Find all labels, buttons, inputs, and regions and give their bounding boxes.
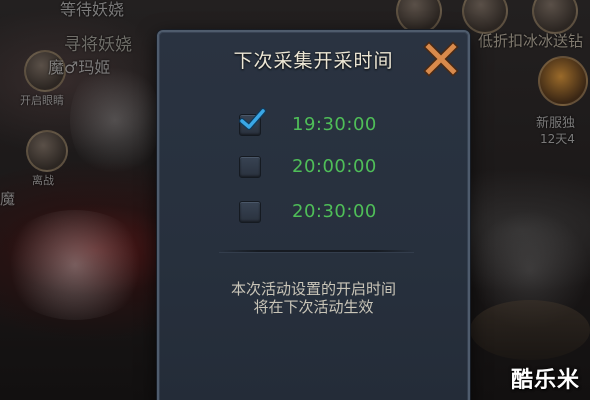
time-option-label: 20:00:00 — [292, 156, 377, 177]
time-option-label: 20:30:00 — [292, 201, 377, 222]
background-glow — [70, 60, 160, 180]
close-button[interactable] — [422, 40, 460, 78]
time-option-2[interactable]: 20:00:00 — [237, 154, 417, 180]
watermark-logo: 酷乐米 — [510, 368, 580, 393]
background-button-label: 开启眼睛 — [20, 94, 64, 107]
notice-text-line-2: 将在下次活动生效 — [253, 298, 374, 316]
time-option-label: 19:30:00 — [292, 114, 377, 135]
treasure-chest-icon[interactable] — [538, 56, 588, 106]
checkbox-unchecked[interactable] — [239, 156, 261, 178]
time-option-3[interactable]: 20:30:00 — [237, 199, 417, 225]
collection-time-dialog: 下次采集开采时间 19:30:00 20:00:00 20:30:00 本次活动… — [157, 30, 470, 400]
game-menu-icon[interactable] — [396, 0, 442, 34]
checkbox-checked[interactable] — [239, 114, 261, 136]
time-option-1[interactable]: 19:30:00 — [237, 108, 417, 138]
game-avatar-icon[interactable] — [26, 130, 68, 172]
background-event-label: 新服独 — [536, 116, 576, 131]
background-promo-label: 低折扣冰冰送钻 — [478, 32, 584, 50]
game-menu-icon[interactable] — [532, 0, 578, 34]
close-icon — [423, 41, 459, 77]
background-chest-shape — [470, 300, 590, 360]
game-menu-icon[interactable] — [462, 0, 508, 34]
background-button-label: 离战 — [32, 174, 54, 187]
checkbox-unchecked[interactable] — [239, 201, 261, 223]
background-event-timer: 12天4 — [540, 132, 575, 146]
section-divider — [219, 250, 414, 252]
background-player-name: 魔 — [0, 190, 16, 208]
background-player-name: 魔♂玛姬 — [48, 58, 111, 77]
background-player-name: 等待妖娆 — [60, 0, 125, 19]
background-player-name: 寻将妖娆 — [64, 35, 132, 55]
background-glow — [0, 210, 150, 320]
dialog-header: 下次采集开采时间 — [159, 32, 468, 84]
